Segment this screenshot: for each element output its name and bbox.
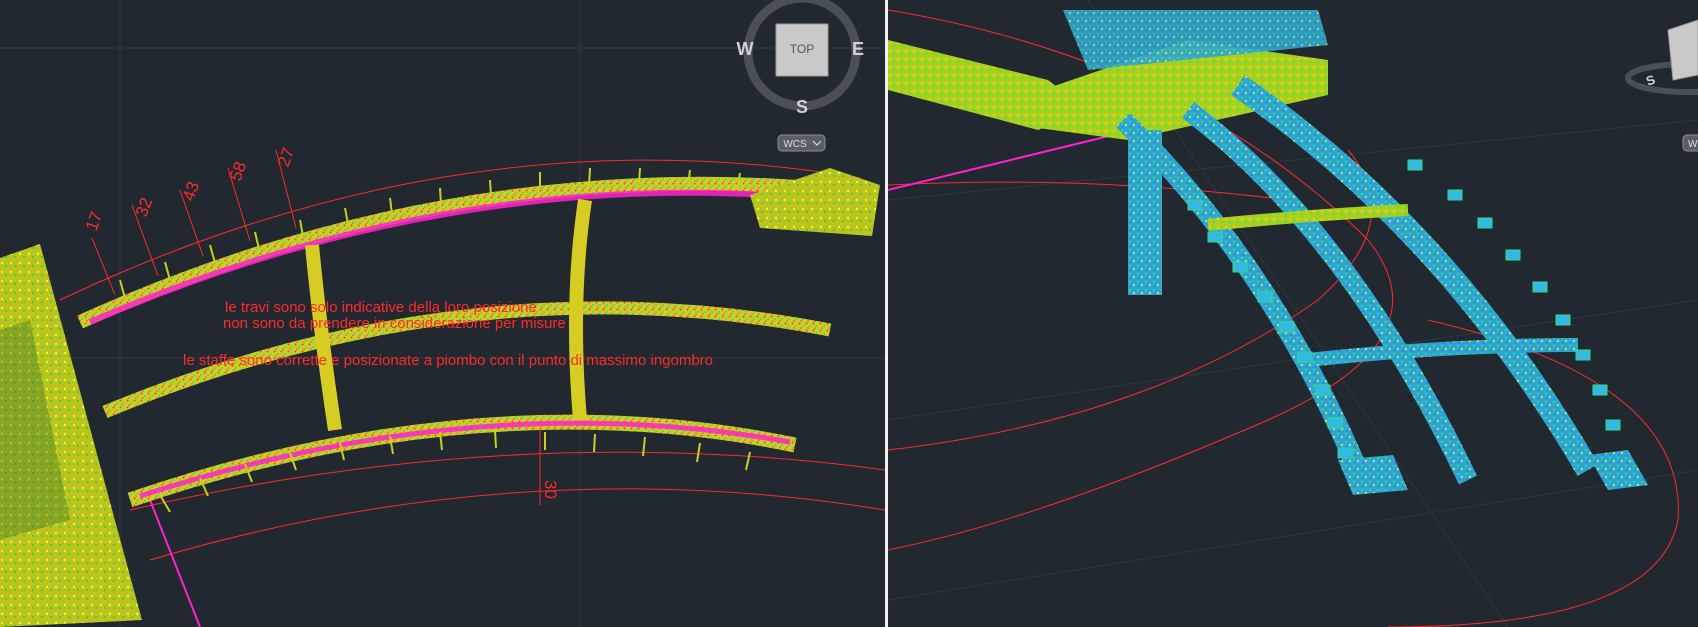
viewcube-3d-cube[interactable] — [1667, 19, 1698, 81]
dimension-30: 30 — [541, 480, 560, 499]
viewcube-top-label: TOP — [790, 42, 814, 56]
note-not-for-measure: non sono da prendere in considerazione p… — [223, 315, 566, 332]
viewport-3d-view[interactable]: S W — [888, 0, 1698, 627]
viewcube-west-label[interactable]: W — [737, 39, 754, 59]
note-beams-indicative: le travi sono solo indicative della loro… — [225, 299, 537, 316]
wcs-3d-label: W — [1688, 139, 1698, 150]
drawing-canvas-right[interactable]: S W — [888, 0, 1698, 627]
viewcube-south-label[interactable]: S — [796, 97, 808, 117]
drawing-canvas-left[interactable]: 17 32 43 58 27 30 le travi sono solo ind… — [0, 0, 885, 627]
wcs-menu[interactable]: WCS — [777, 134, 826, 152]
wcs-label: WCS — [783, 139, 807, 150]
viewport-top-view[interactable]: 17 32 43 58 27 30 le travi sono solo ind… — [0, 0, 885, 627]
viewcube-east-label[interactable]: E — [852, 39, 864, 59]
note-brackets-plumb: le staffe sono corrette e posizionate a … — [183, 352, 713, 369]
